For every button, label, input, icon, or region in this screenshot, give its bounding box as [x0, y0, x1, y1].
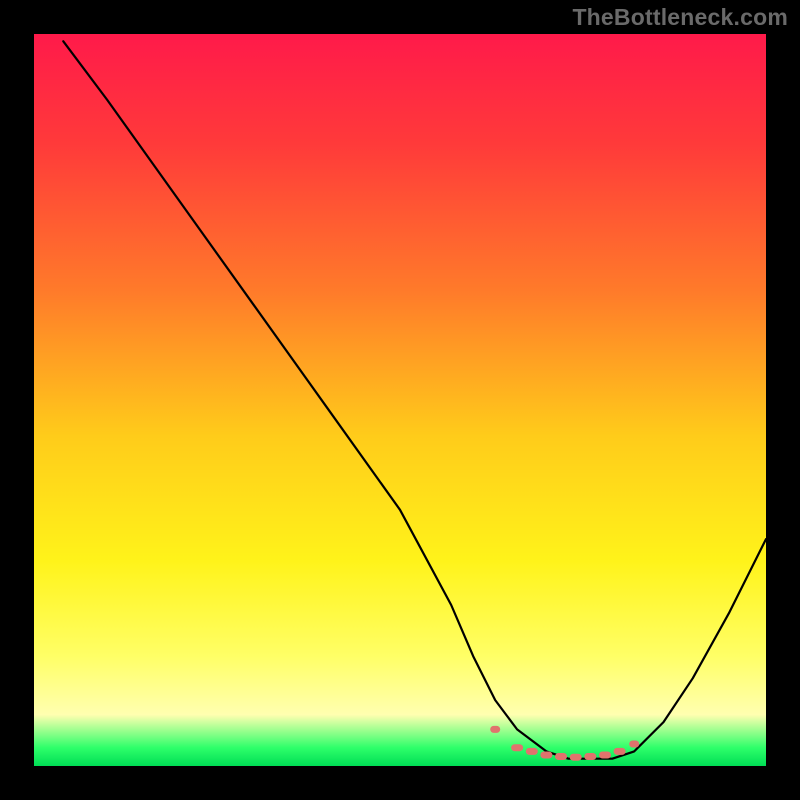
marker-dot	[555, 753, 567, 760]
chart-background-gradient	[34, 34, 766, 766]
marker-dot	[540, 752, 552, 759]
marker-dot	[526, 748, 538, 755]
marker-dot	[570, 754, 582, 761]
watermark-text: TheBottleneck.com	[572, 4, 788, 31]
marker-dot	[490, 726, 500, 733]
marker-dot	[599, 752, 611, 759]
marker-dot	[584, 753, 596, 760]
marker-dot	[614, 748, 626, 755]
marker-dot	[511, 744, 523, 751]
marker-dot	[629, 741, 639, 748]
bottleneck-chart	[0, 0, 800, 800]
chart-container: TheBottleneck.com	[0, 0, 800, 800]
